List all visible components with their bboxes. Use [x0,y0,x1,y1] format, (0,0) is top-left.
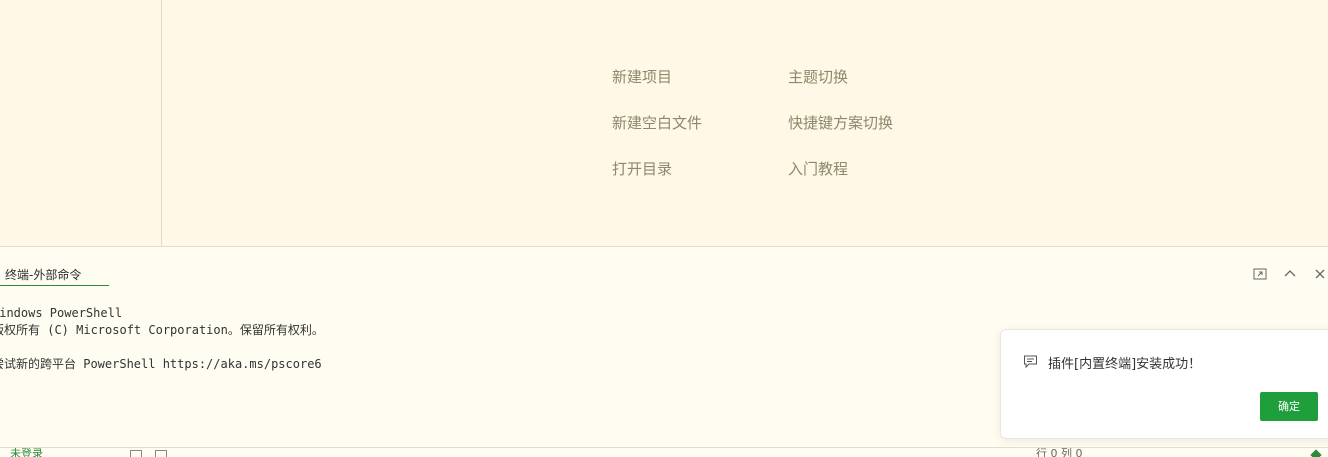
theme-switch-link[interactable]: 主题切换 [788,66,893,88]
message-icon [1023,354,1039,370]
terminal-line: 版权所有 (C) Microsoft Corporation。保留所有权利。 [0,323,324,337]
terminal-line: Windows PowerShell [0,306,123,320]
terminal-output[interactable]: Windows PowerShell 版权所有 (C) Microsoft Cor… [0,305,324,373]
confirm-button[interactable]: 确定 [1260,392,1318,421]
tutorial-link[interactable]: 入门教程 [788,158,893,180]
open-folder-link[interactable]: 打开目录 [612,158,702,180]
new-blank-file-link[interactable]: 新建空白文件 [612,112,702,134]
chevron-up-icon[interactable] [1282,265,1298,283]
maximize-icon[interactable] [1252,265,1268,283]
keymap-switch-link[interactable]: 快捷键方案切换 [788,112,893,134]
tab-terminal-external[interactable]: 终端-外部命令 [0,264,109,286]
close-icon[interactable] [1312,265,1328,283]
welcome-actions-left: 新建项目 新建空白文件 打开目录 [612,66,702,204]
new-project-link[interactable]: 新建项目 [612,66,702,88]
terminal-line: 尝试新的跨平台 PowerShell https://aka.ms/pscore… [0,357,322,371]
panel-actions [1252,265,1328,285]
notification-toast: 插件[内置终端]安装成功！ 确定 [1000,329,1328,439]
toast-message: 插件[内置终端]安装成功！ [1048,357,1202,372]
welcome-actions-right: 主题切换 快捷键方案切换 入门教程 [788,66,893,204]
welcome-page: 新建项目 新建空白文件 打开目录 主题切换 快捷键方案切换 入门教程 [162,0,1328,246]
sidebar [0,0,162,246]
